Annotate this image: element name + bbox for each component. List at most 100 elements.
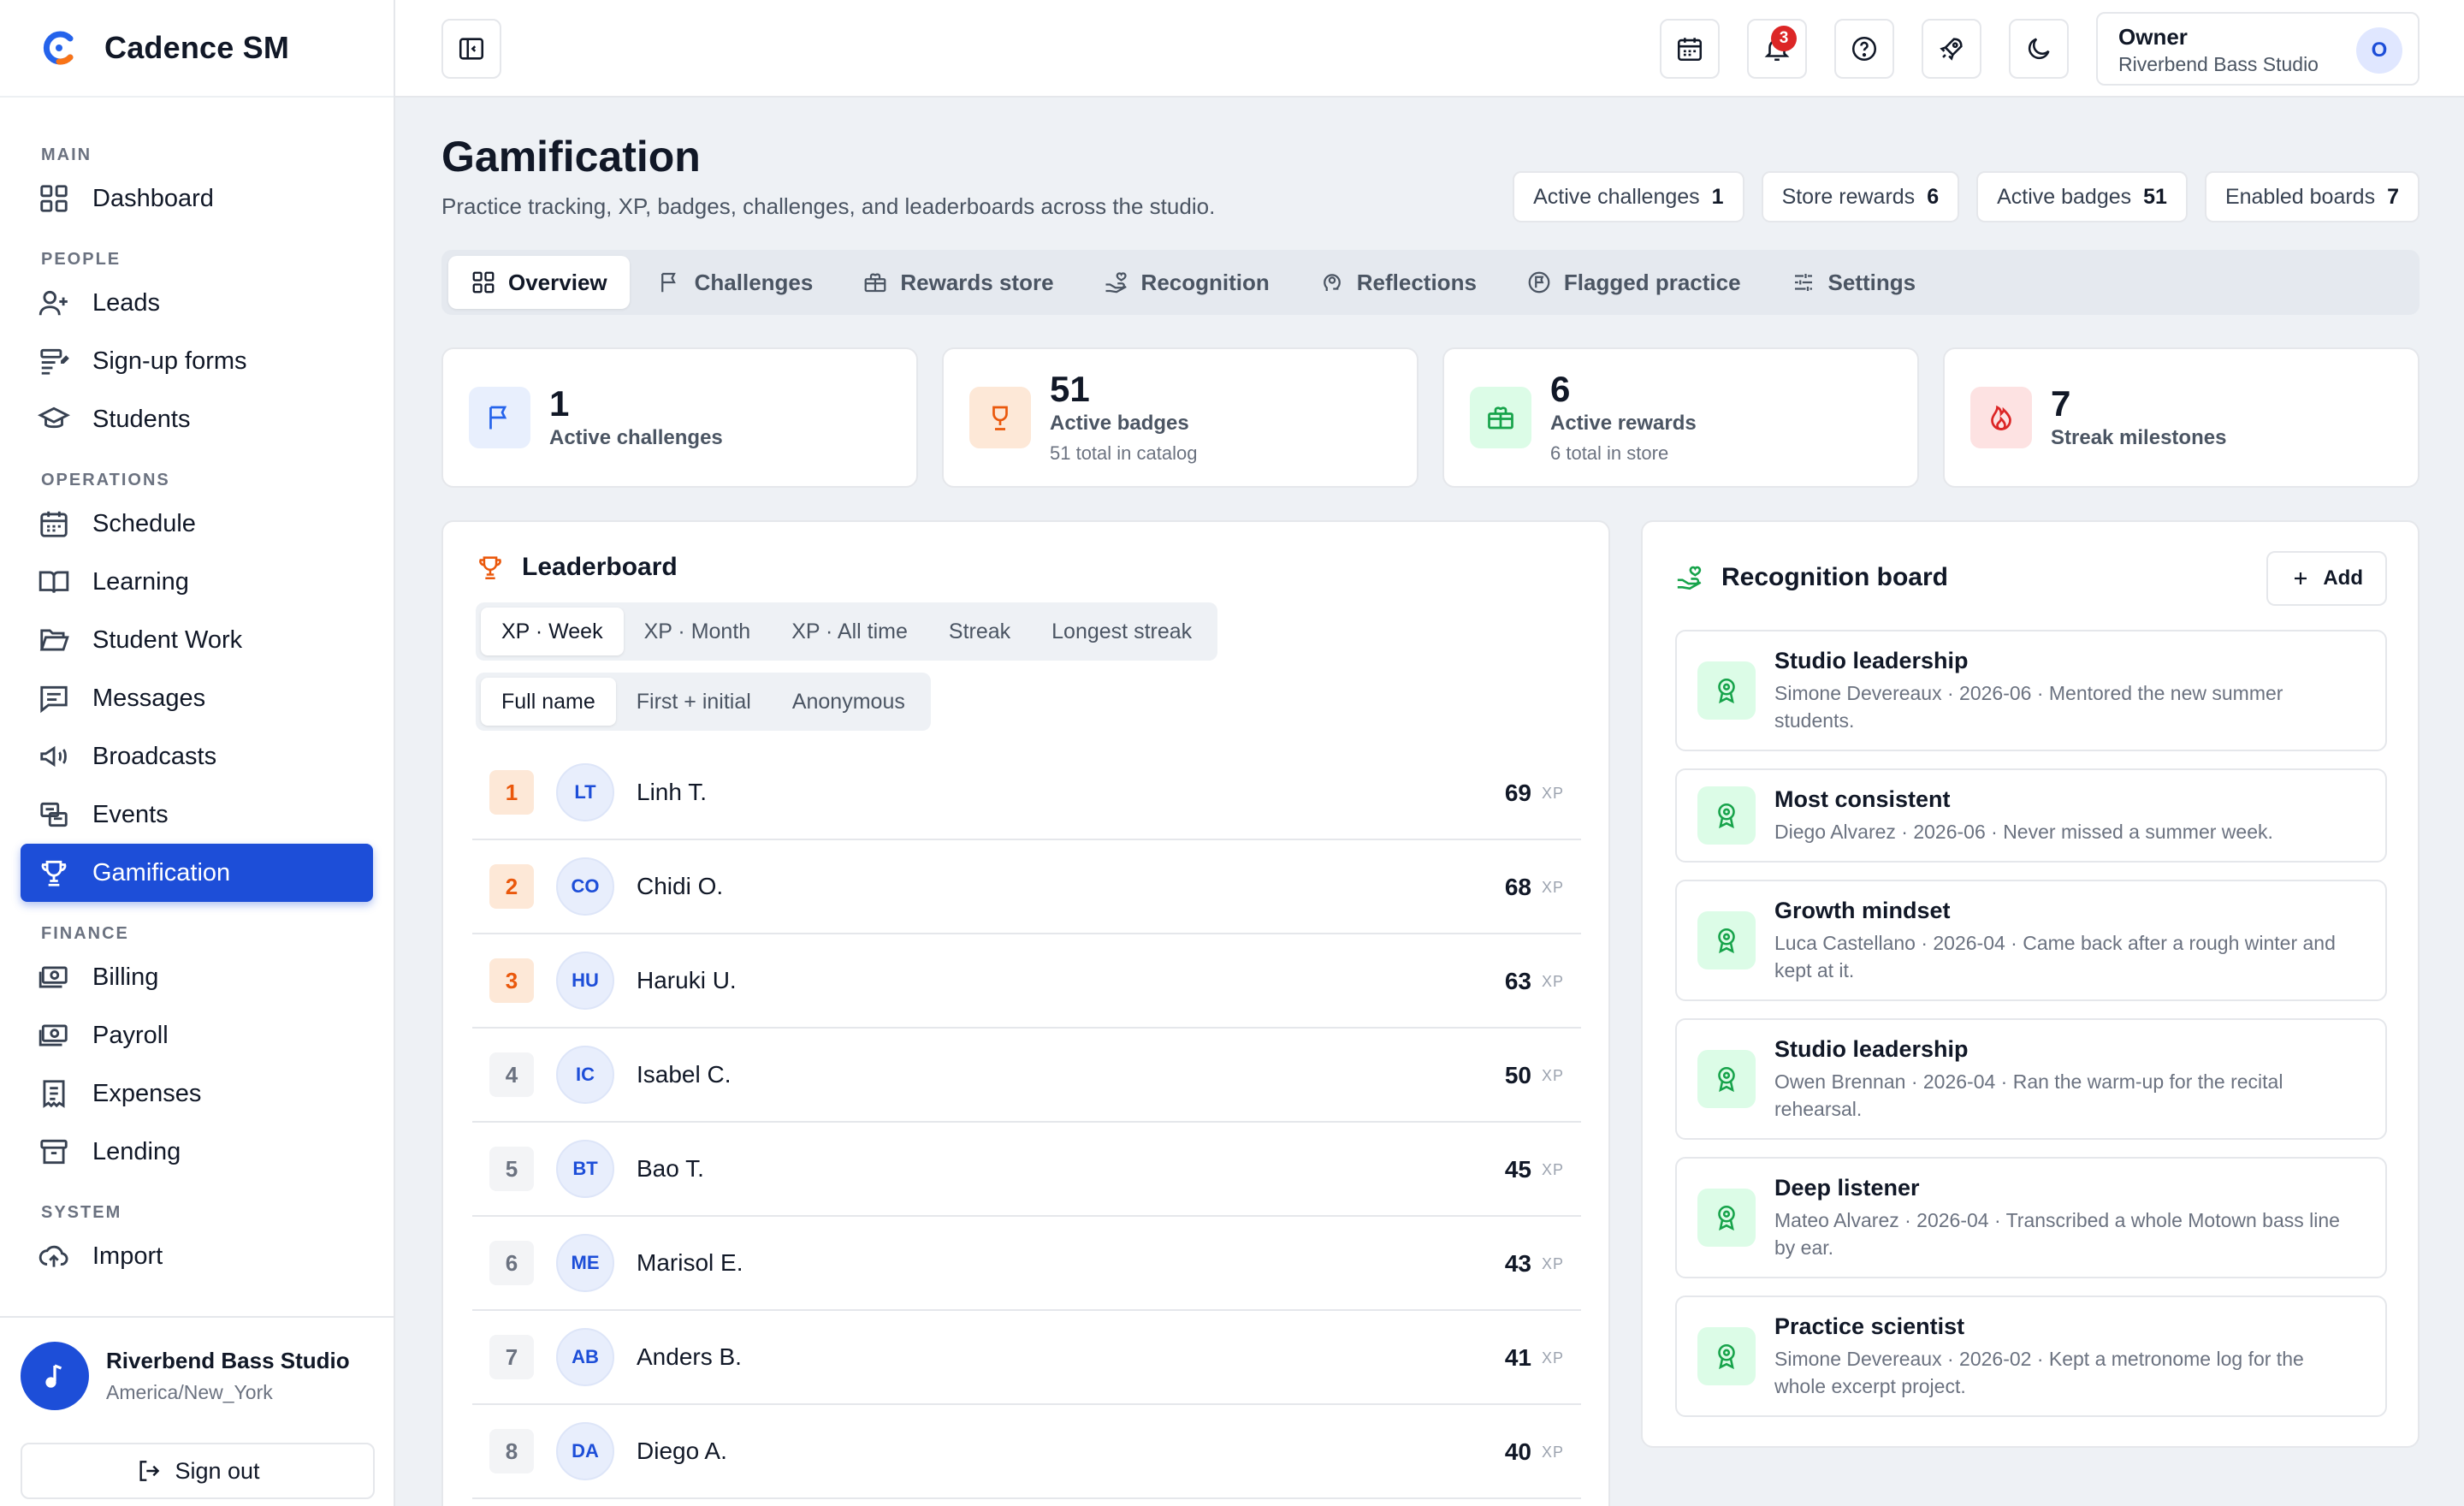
metric-xp-month[interactable]: XP · Month [624, 608, 772, 655]
hand-heart-icon [1677, 566, 1702, 590]
recognition-title: Deep listener [1774, 1174, 1920, 1201]
kpi-value: 6 [1550, 369, 1571, 409]
name-full[interactable]: Full name [481, 678, 616, 726]
list-item[interactable]: Growth mindset Luca Castellano · 2026-04 … [1675, 880, 2387, 1001]
award-icon [1718, 803, 1735, 829]
sidebar-item-expenses[interactable]: Expenses [21, 1064, 373, 1123]
sidebar-item-broadcasts[interactable]: Broadcasts [21, 727, 373, 786]
nav-section-operations: OPERATIONS [41, 471, 170, 489]
sidebar-item-payroll[interactable]: Payroll [21, 1006, 373, 1064]
award-icon [1718, 1066, 1735, 1093]
tab-challenges[interactable]: Challenges [635, 256, 836, 309]
leaderboard-title: Leaderboard [522, 553, 678, 581]
tab-overview[interactable]: Overview [448, 256, 630, 309]
kpi-label: Streak milestones [2051, 426, 2227, 449]
stat-value: 7 [2387, 184, 2399, 209]
kpi-subtext: 51 total in catalog [1050, 442, 1198, 464]
nav-section-finance: FINANCE [41, 924, 129, 943]
kpi-value: 7 [2051, 383, 2071, 424]
gamification-tabs: Overview Challenges Rewards store Recogn… [441, 250, 2420, 315]
stat-label: Store rewards [1781, 184, 1916, 209]
tab-label: Rewards store [900, 269, 1054, 295]
sidebar-item-import[interactable]: Import [21, 1227, 373, 1285]
tab-recognition[interactable]: Recognition [1081, 256, 1292, 309]
table-row[interactable]: 3 HU Haruki U. 63 XP [472, 934, 1581, 1029]
cloud-upload-icon [38, 1245, 68, 1267]
tab-rewards-store[interactable]: Rewards store [840, 256, 1075, 309]
list-item[interactable]: Deep listener Mateo Alvarez · 2026-04 · T… [1675, 1157, 2387, 1278]
xp-score: 41 XP [1505, 1311, 1564, 1405]
recognition-title: Studio leadership [1774, 1035, 1969, 1062]
grid-icon [472, 271, 495, 293]
sidebar-item-messages[interactable]: Messages [21, 669, 373, 727]
launch-button[interactable] [1922, 19, 1981, 79]
add-recognition-button[interactable]: Add [2266, 551, 2387, 606]
metric-xp-week[interactable]: XP · Week [481, 608, 624, 655]
sidebar-item-dashboard[interactable]: Dashboard [21, 169, 373, 228]
xp-score: 43 XP [1505, 1217, 1564, 1311]
table-row[interactable]: 4 IC Isabel C. 50 XP [472, 1029, 1581, 1123]
tab-settings[interactable]: Settings [1768, 256, 1939, 309]
sidebar-item-events[interactable]: Events [21, 786, 373, 844]
table-row[interactable]: 6 ME Marisol E. 43 XP [472, 1217, 1581, 1311]
sign-out-button[interactable]: Sign out [21, 1443, 375, 1499]
brand[interactable]: Cadence SM [0, 0, 394, 98]
studio-switcher[interactable]: Riverbend Bass Studio America/New_York [0, 1318, 394, 1410]
sidebar-item-students[interactable]: Students [21, 390, 373, 448]
metric-xp-all-time[interactable]: XP · All time [771, 608, 928, 655]
sidebar-item-schedule[interactable]: Schedule [21, 495, 373, 553]
calendar-button[interactable] [1660, 19, 1720, 79]
tab-label: Overview [508, 269, 607, 295]
tab-reflections[interactable]: Reflections [1297, 256, 1499, 309]
trophy-icon [992, 406, 1008, 430]
metric-streak[interactable]: Streak [928, 608, 1031, 655]
recognition-title: Growth mindset [1774, 897, 1951, 923]
kpi-value: 1 [549, 383, 570, 424]
sidebar-item-gamification[interactable]: Gamification [21, 844, 373, 902]
tab-flagged-practice[interactable]: Flagged practice [1504, 256, 1763, 309]
kpi-icon-box [969, 387, 1031, 448]
table-row[interactable]: 5 BT Bao T. 45 XP [472, 1123, 1581, 1217]
xp-unit: XP [1541, 1254, 1564, 1272]
user-plus-icon [38, 290, 68, 316]
sidebar-item-leads[interactable]: Leads [21, 274, 373, 332]
sidebar-item-signup-forms[interactable]: Sign-up forms [21, 332, 373, 390]
sidebar-item-lending[interactable]: Lending [21, 1123, 373, 1181]
sidebar-item-label: Expenses [92, 1079, 202, 1107]
list-item[interactable]: Practice scientist Simone Devereaux · 202… [1675, 1296, 2387, 1417]
metric-longest-streak[interactable]: Longest streak [1031, 608, 1212, 655]
help-button[interactable] [1834, 19, 1894, 79]
table-row[interactable]: 1 LT Linh T. 69 XP [472, 746, 1581, 840]
award-icon [1718, 1343, 1735, 1370]
recognition-description: Mateo Alvarez · 2026-04 · Transcribed a … [1774, 1208, 2340, 1259]
sidebar-item-learning[interactable]: Learning [21, 553, 373, 611]
table-row[interactable]: 2 CO Chidi O. 68 XP [472, 840, 1581, 934]
gift-icon [1488, 406, 1513, 430]
sidebar-item-billing[interactable]: Billing [21, 948, 373, 1006]
table-row[interactable]: 7 AB Anders B. 41 XP [472, 1311, 1581, 1405]
sidebar-item-label: Student Work [92, 626, 243, 654]
sliders-icon [1794, 274, 1812, 291]
toggle-sidebar-button[interactable] [441, 19, 501, 79]
name-anonymous[interactable]: Anonymous [772, 678, 926, 726]
list-item[interactable]: Studio leadership Owen Brennan · 2026-04 … [1675, 1018, 2387, 1140]
notifications-button[interactable]: 3 [1747, 19, 1807, 79]
page-subtitle: Practice tracking, XP, badges, challenge… [441, 193, 1216, 219]
sidebar-item-student-work[interactable]: Student Work [21, 611, 373, 669]
name-display-segmented-control: Full name First + initial Anonymous [476, 673, 931, 731]
xp-value: 45 [1504, 1156, 1531, 1183]
list-item[interactable]: Studio leadership Simone Devereaux · 2026… [1675, 630, 2387, 751]
account-menu[interactable]: Owner Riverbend Bass Studio O [2096, 12, 2420, 86]
rank-badge: 6 [489, 1241, 534, 1285]
theme-toggle-button[interactable] [2009, 19, 2069, 79]
list-item[interactable]: Most consistent Diego Alvarez · 2026-06 ·… [1675, 768, 2387, 863]
rank-badge: 8 [489, 1429, 534, 1473]
moon-icon [2028, 38, 2050, 60]
rocket-icon [1940, 38, 1963, 61]
table-row[interactable]: 8 DA Diego A. 40 XP [472, 1405, 1581, 1499]
tab-label: Flagged practice [1563, 269, 1741, 295]
avatar: LT [556, 763, 614, 821]
rank-badge: 4 [489, 1052, 534, 1097]
xp-value: 69 [1504, 780, 1531, 806]
name-first-initial[interactable]: First + initial [616, 678, 772, 726]
